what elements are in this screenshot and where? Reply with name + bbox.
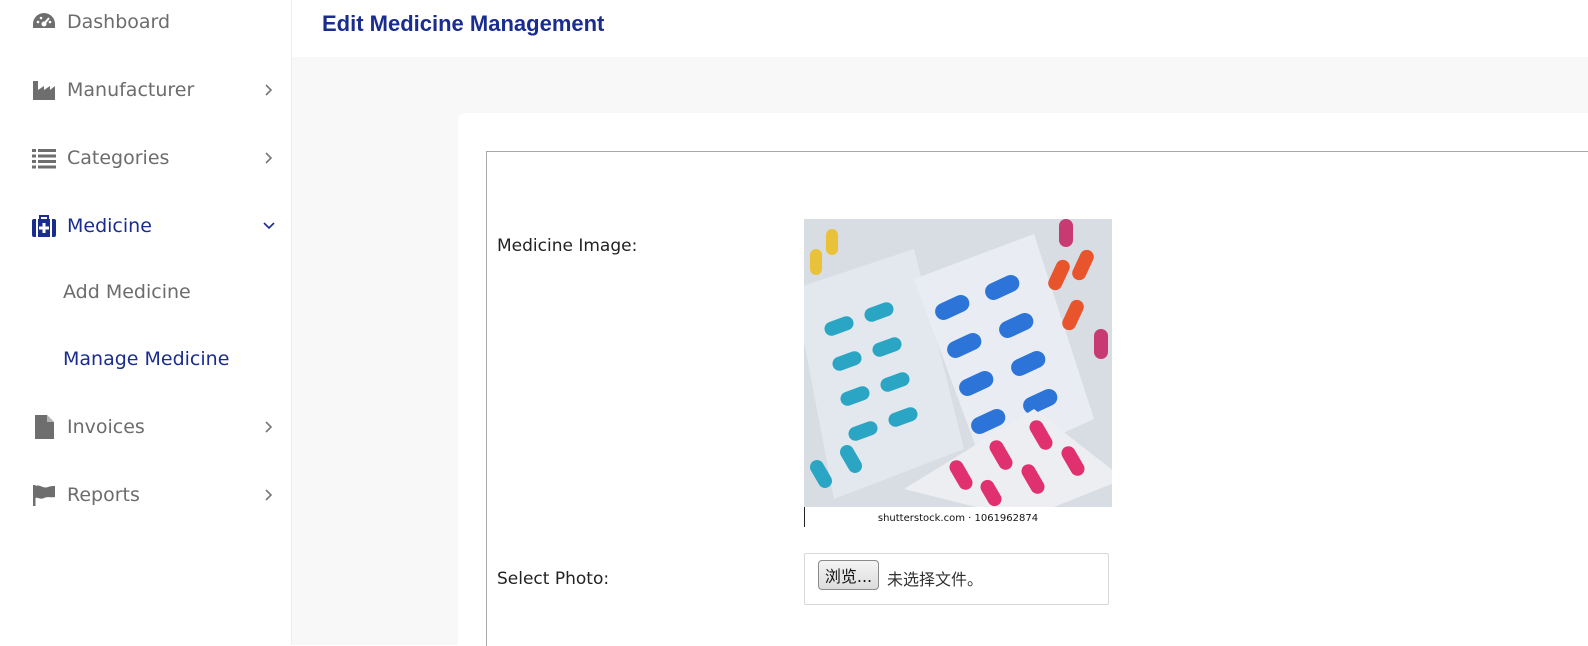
sidebar-item-reports[interactable]: Reports: [0, 475, 291, 515]
medkit-icon: [30, 212, 58, 240]
gauge-icon: [30, 8, 58, 36]
flag-icon: [30, 481, 58, 509]
list-icon: [30, 144, 58, 172]
medicine-image: shutterstock.com · 1061962874: [804, 219, 1112, 527]
select-photo-label: Select Photo:: [497, 569, 610, 589]
sidebar-item-label: Manufacturer: [67, 79, 195, 101]
sidebar-item-medicine[interactable]: Medicine: [0, 206, 291, 246]
medicine-image-label: Medicine Image:: [497, 236, 638, 256]
chevron-right-icon: [262, 488, 276, 502]
sidebar-item-label: Medicine: [67, 215, 152, 237]
chevron-right-icon: [262, 83, 276, 97]
sidebar-item-invoices[interactable]: Invoices: [0, 407, 291, 447]
sidebar-item-label: Categories: [67, 147, 170, 169]
file-input[interactable]: 浏览... 未选择文件。: [804, 553, 1109, 605]
sidebar: Dashboard Manufacturer Categories Medici…: [0, 0, 292, 645]
sidebar-item-label: Reports: [67, 484, 140, 506]
file-status-text: 未选择文件。: [887, 570, 984, 589]
sidebar-item-label: Invoices: [67, 416, 145, 438]
page-title: Edit Medicine Management: [322, 11, 605, 36]
chevron-down-icon: [262, 219, 276, 233]
sidebar-item-dashboard[interactable]: Dashboard: [0, 2, 291, 42]
chevron-right-icon: [262, 420, 276, 434]
industry-icon: [30, 76, 58, 104]
file-icon: [30, 413, 58, 441]
sidebar-item-label: Dashboard: [67, 11, 171, 33]
browse-button[interactable]: 浏览...: [818, 560, 879, 590]
image-caption: shutterstock.com · 1061962874: [878, 513, 1038, 524]
submenu-manage-medicine[interactable]: Manage Medicine: [63, 348, 229, 370]
submenu-add-medicine[interactable]: Add Medicine: [63, 281, 191, 303]
sidebar-item-manufacturer[interactable]: Manufacturer: [0, 70, 291, 110]
chevron-right-icon: [262, 151, 276, 165]
sidebar-item-categories[interactable]: Categories: [0, 138, 291, 178]
